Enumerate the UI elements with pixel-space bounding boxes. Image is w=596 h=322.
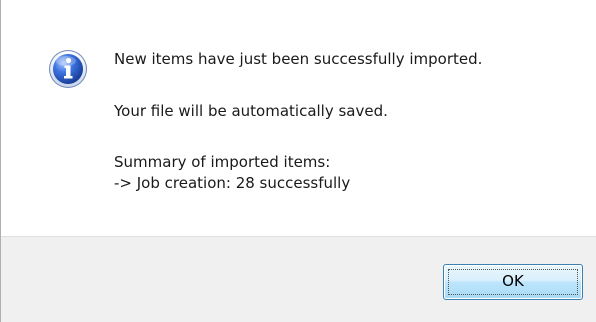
message-line-job-creation: -> Job creation: 28 successfully [114,174,351,192]
message-dialog: New items have just been successfully im… [0,0,596,322]
message-line-imported: New items have just been successfully im… [114,50,483,68]
message-line-saved: Your file will be automatically saved. [114,102,388,120]
dialog-content: New items have just been successfully im… [0,0,596,236]
info-icon [49,50,87,88]
dialog-footer: OK [0,236,596,322]
window-border [0,0,1,322]
ok-button-label: OK [502,272,524,290]
message-line-summary-header: Summary of imported items: [114,153,331,171]
ok-button[interactable]: OK [443,264,583,300]
